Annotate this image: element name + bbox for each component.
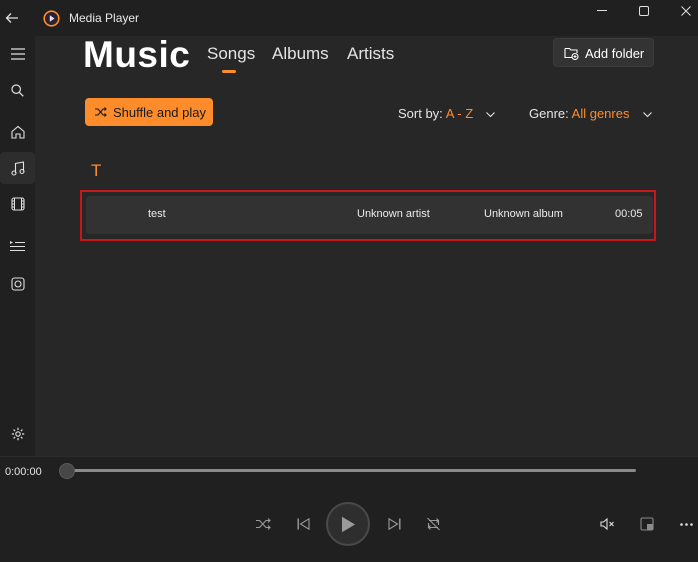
more-options-icon[interactable] (676, 514, 696, 534)
sort-value: A - Z (445, 106, 474, 121)
repeat-off-icon[interactable] (423, 514, 443, 534)
next-track-icon[interactable] (384, 514, 404, 534)
settings-icon[interactable] (0, 418, 35, 450)
navigation-rail (0, 36, 35, 456)
close-icon[interactable] (674, 2, 698, 20)
title-bar: Media Player (0, 0, 698, 36)
film-icon[interactable] (0, 188, 35, 220)
play-queue-icon[interactable] (0, 268, 35, 300)
current-time: 0:00:00 (5, 466, 42, 478)
shuffle-and-play-button[interactable]: Shuffle and play (85, 98, 213, 126)
home-icon[interactable] (0, 116, 35, 148)
sort-dropdown[interactable]: Sort by: A - Z (398, 106, 495, 121)
add-folder-button[interactable]: Add folder (553, 38, 654, 67)
genre-dropdown[interactable]: Genre: All genres (529, 106, 652, 121)
sort-label: Sort by: (398, 106, 443, 121)
search-icon[interactable] (0, 74, 35, 106)
seek-bar[interactable] (67, 469, 636, 472)
back-arrow-icon[interactable] (2, 8, 22, 28)
page-title: Music (83, 34, 191, 75)
folder-add-icon (563, 45, 579, 61)
music-note-icon[interactable] (0, 152, 35, 184)
selection-highlight-box (80, 190, 656, 241)
tab-artists[interactable]: Artists (347, 44, 394, 64)
chevron-down-icon (643, 111, 652, 118)
play-button[interactable] (326, 502, 370, 546)
app-title: Media Player (69, 11, 140, 25)
mini-player-icon[interactable] (637, 514, 657, 534)
genre-value: All genres (571, 106, 630, 121)
add-folder-label: Add folder (585, 46, 645, 61)
tab-songs[interactable]: Songs (207, 44, 255, 64)
maximize-icon[interactable] (632, 2, 656, 20)
previous-track-icon[interactable] (293, 514, 313, 534)
volume-mute-icon[interactable] (597, 514, 617, 534)
playlist-icon[interactable] (0, 230, 35, 262)
selected-tab-indicator (222, 70, 236, 73)
hamburger-menu-icon[interactable] (0, 38, 35, 70)
shuffle-icon (94, 105, 108, 119)
tab-albums[interactable]: Albums (272, 44, 329, 64)
app-logo-icon (42, 9, 60, 27)
shuffle-icon[interactable] (253, 514, 273, 534)
play-icon (328, 504, 368, 544)
group-header-letter[interactable]: T (91, 161, 101, 181)
shuffle-and-play-label: Shuffle and play (113, 105, 206, 120)
seek-thumb[interactable] (59, 463, 75, 479)
minimize-icon[interactable] (590, 2, 614, 20)
chevron-down-icon (485, 111, 495, 118)
genre-label: Genre: (529, 106, 569, 121)
